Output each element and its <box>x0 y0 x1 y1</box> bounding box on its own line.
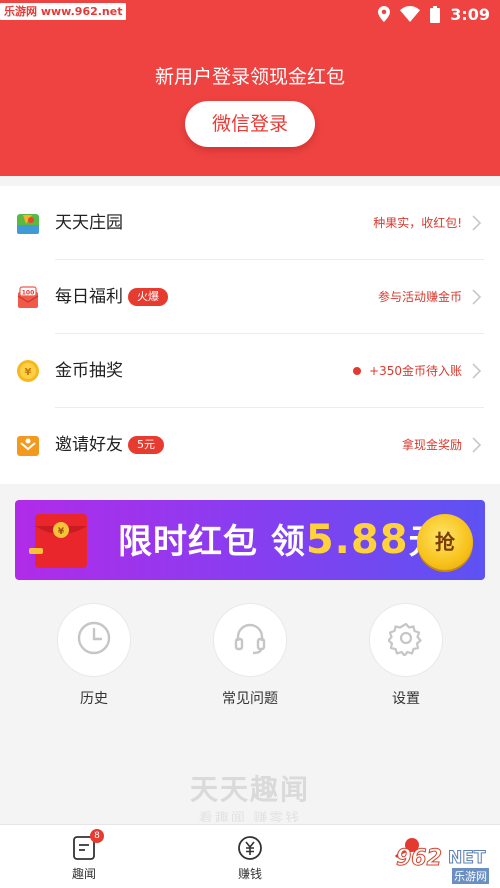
location-icon <box>378 6 391 22</box>
footer-logo-title: 天天趣闻 <box>189 773 310 806</box>
menu-note: 种果实，收红包! <box>373 216 462 230</box>
footer-logo: 天天趣闻 看趣闻 赚零钱 <box>0 768 500 822</box>
red-envelope-icon: ¥ <box>27 508 95 572</box>
watermark-site: 乐游网 <box>452 868 489 884</box>
chevron-right-icon <box>472 215 482 231</box>
wechat-login-button[interactable]: 微信登录 <box>185 101 315 147</box>
shortcut-label: 常见问题 <box>222 691 278 707</box>
watermark-top: 乐游网 www.962.net <box>0 3 127 20</box>
grab-button[interactable]: 抢 <box>417 514 473 570</box>
chevron-right-icon <box>472 363 482 379</box>
menu-label: 每日福利 <box>55 287 123 307</box>
svg-text:100: 100 <box>22 290 35 297</box>
promo-amount: 5.88 <box>305 517 409 563</box>
reward-badge: 5元 <box>128 436 164 454</box>
hot-badge: 火爆 <box>128 288 168 306</box>
shortcut-circle <box>214 604 286 676</box>
menu-item-farm[interactable]: 天天庄园 种果实，收红包! <box>0 186 500 260</box>
tab-earn[interactable]: 赚钱 <box>220 835 280 882</box>
menu-label: 金币抽奖 <box>55 361 123 381</box>
battery-icon <box>430 5 441 23</box>
menu-item-invite-friends[interactable]: 邀请好友 5元 拿现金奖励 <box>0 408 500 482</box>
menu-note: 拿现金奖励 <box>401 438 462 452</box>
news-icon: 8 <box>71 829 104 861</box>
login-prompt: 新用户登录领现金红包 <box>154 66 345 88</box>
shortcut-label: 设置 <box>392 691 420 707</box>
chevron-right-icon <box>472 437 482 453</box>
watermark-bottom: 962 NET 乐游网 <box>390 846 498 886</box>
footer-logo-subtitle: 看趣闻 赚零钱 <box>198 811 302 822</box>
gear-icon <box>387 620 424 660</box>
status-time: 3:09 <box>450 4 490 24</box>
shortcut-label: 历史 <box>80 691 108 707</box>
chevron-right-icon <box>472 289 482 305</box>
red-packet-banner[interactable]: ¥ 限时红包 领5.88元 抢 <box>15 500 485 580</box>
tab-news[interactable]: 8 趣闻 <box>54 829 114 882</box>
shortcut-circle <box>370 604 442 676</box>
watermark-number: 962 <box>396 846 443 872</box>
tab-label: 趣闻 <box>71 867 96 881</box>
svg-text:¥: ¥ <box>25 367 32 378</box>
menu-note: +350金币待入账 <box>369 364 462 378</box>
invite-icon <box>16 433 40 457</box>
wifi-icon <box>400 6 421 22</box>
yuan-icon <box>237 835 263 861</box>
coin-icon: ¥ <box>16 359 40 383</box>
svg-text:¥: ¥ <box>58 527 65 537</box>
promo-title: 限时红包 领 <box>118 522 306 562</box>
login-header: 乐游网 www.962.net 3:09 新用户登录领现金红包 微信登录 <box>0 0 500 176</box>
menu-item-coin-lottery[interactable]: ¥ 金币抽奖 +350金币待入账 <box>0 334 500 408</box>
watermark-net: NET <box>447 848 486 869</box>
clock-icon <box>76 620 112 660</box>
gift-icon: 100 <box>16 285 40 309</box>
menu-item-daily-welfare[interactable]: 100 每日福利 火爆 参与活动赚金币 <box>0 260 500 334</box>
shortcut-history[interactable]: 历史 <box>58 604 130 708</box>
headset-icon <box>232 620 268 660</box>
unread-dot <box>353 367 361 375</box>
menu-list: 天天庄园 种果实，收红包! 100 每日福利 火爆 参与活动赚金币 ¥ 金币抽奖… <box>0 186 500 484</box>
shortcut-settings[interactable]: 设置 <box>370 604 442 708</box>
tab-badge: 8 <box>90 829 104 843</box>
shortcut-circle <box>58 604 130 676</box>
menu-note: 参与活动赚金币 <box>377 290 462 304</box>
farm-icon <box>16 211 40 235</box>
tab-label: 赚钱 <box>237 867 262 881</box>
shortcut-faq[interactable]: 常见问题 <box>214 604 286 708</box>
menu-label: 天天庄园 <box>55 213 123 233</box>
promo-text: 限时红包 领5.88元 <box>118 518 444 564</box>
menu-label: 邀请好友 <box>55 435 123 455</box>
status-bar: 乐游网 www.962.net 3:09 <box>0 0 500 30</box>
status-icons: 3:09 <box>378 4 490 24</box>
